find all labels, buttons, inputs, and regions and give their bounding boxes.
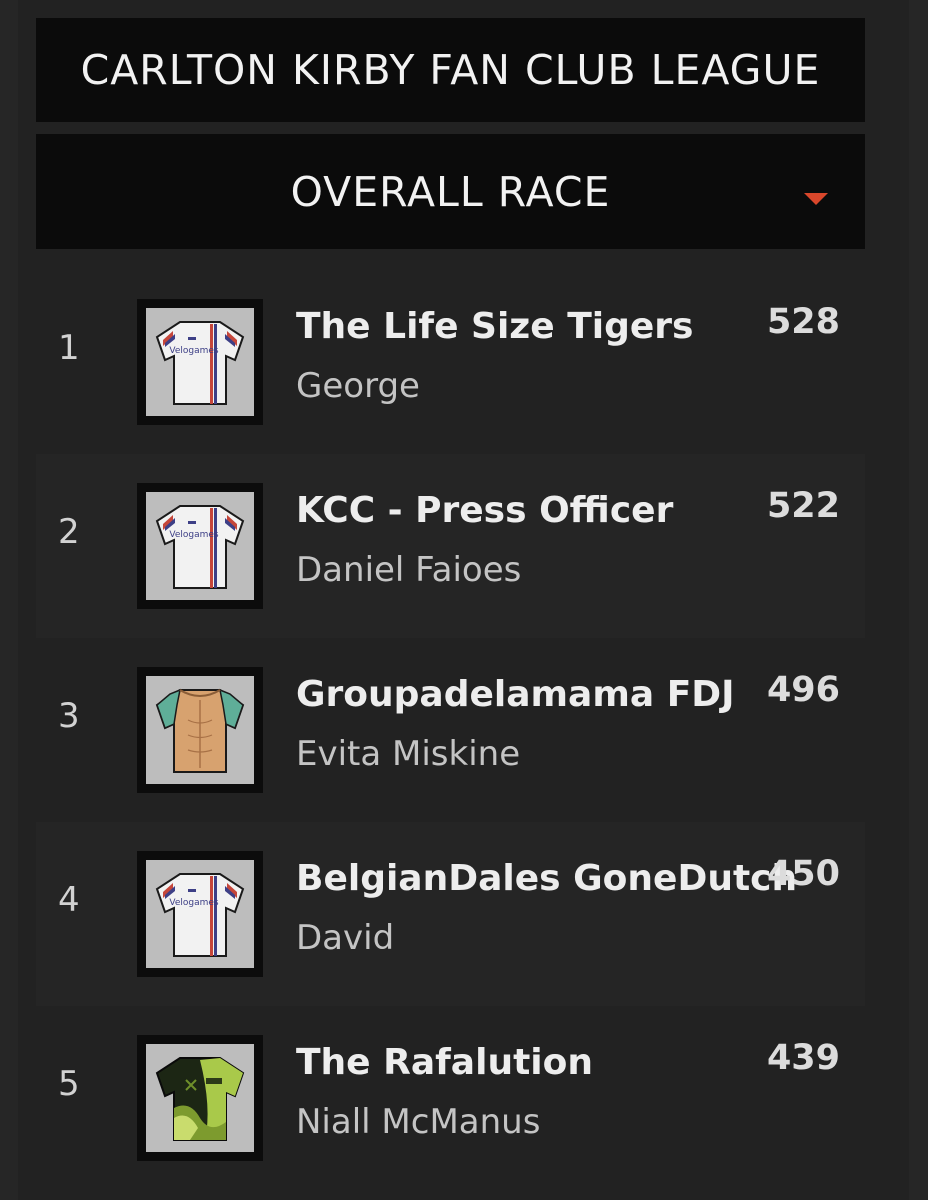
velogames-default-jersey-icon: Velogames <box>155 505 245 589</box>
rank: 3 <box>58 696 80 736</box>
team-jersey: Velogames <box>137 851 263 977</box>
race-selector-label: OVERALL RACE <box>290 167 611 216</box>
league-title: CARLTON KIRBY FAN CLUB LEAGUE <box>80 46 821 94</box>
velogames-default-jersey-icon: Velogames <box>155 873 245 957</box>
manager-name: Niall McManus <box>296 1102 541 1142</box>
svg-text:Velogames: Velogames <box>169 346 219 356</box>
league-header: CARLTON KIRBY FAN CLUB LEAGUE <box>36 18 865 122</box>
rank: 4 <box>58 880 80 920</box>
team-points: 528 <box>766 302 840 342</box>
standings-row[interactable]: 5 The Rafalution Niall McManus 439 <box>36 1006 865 1190</box>
manager-name: Evita Miskine <box>296 734 521 774</box>
team-points: 522 <box>766 486 840 526</box>
team-name[interactable]: The Rafalution <box>296 1042 593 1083</box>
team-name[interactable]: KCC - Press Officer <box>296 490 673 531</box>
standings-list: 1 Velogames The Life Size Tigers George … <box>36 270 865 1200</box>
team-points: 496 <box>766 670 840 710</box>
velogames-default-jersey-icon: Velogames <box>155 321 245 405</box>
team-name[interactable]: BelgianDales GoneDutch <box>296 858 797 899</box>
team-jersey <box>137 667 263 793</box>
torso-jersey-icon <box>155 688 245 773</box>
team-jersey <box>137 1035 263 1161</box>
rank: 1 <box>58 328 80 368</box>
race-selector[interactable]: OVERALL RACE <box>36 134 865 249</box>
standings-row[interactable]: 2 Velogames KCC - Press Officer Daniel F… <box>36 454 865 638</box>
dropdown-caret-icon <box>804 193 828 205</box>
team-points: 439 <box>766 1038 840 1078</box>
team-name[interactable]: Groupadelamama FDJ <box>296 674 735 715</box>
svg-text:Velogames: Velogames <box>169 898 219 908</box>
team-jersey: Velogames <box>137 483 263 609</box>
green-black-jersey-icon <box>155 1057 245 1141</box>
svg-text:Velogames: Velogames <box>169 530 219 540</box>
manager-name: David <box>296 918 395 958</box>
rank: 2 <box>58 512 80 552</box>
team-points: 450 <box>766 854 840 894</box>
team-name[interactable]: The Life Size Tigers <box>296 306 693 347</box>
rank: 5 <box>58 1064 80 1104</box>
team-jersey: Velogames <box>137 299 263 425</box>
standings-row[interactable]: 3 Groupadelamama FDJ Evita Miskine 496 <box>36 638 865 822</box>
standings-row[interactable]: 1 Velogames The Life Size Tigers George … <box>36 270 865 454</box>
manager-name: George <box>296 366 420 406</box>
standings-row[interactable]: 4 Velogames BelgianDales GoneDutch David… <box>36 822 865 1006</box>
manager-name: Daniel Faioes <box>296 550 522 590</box>
